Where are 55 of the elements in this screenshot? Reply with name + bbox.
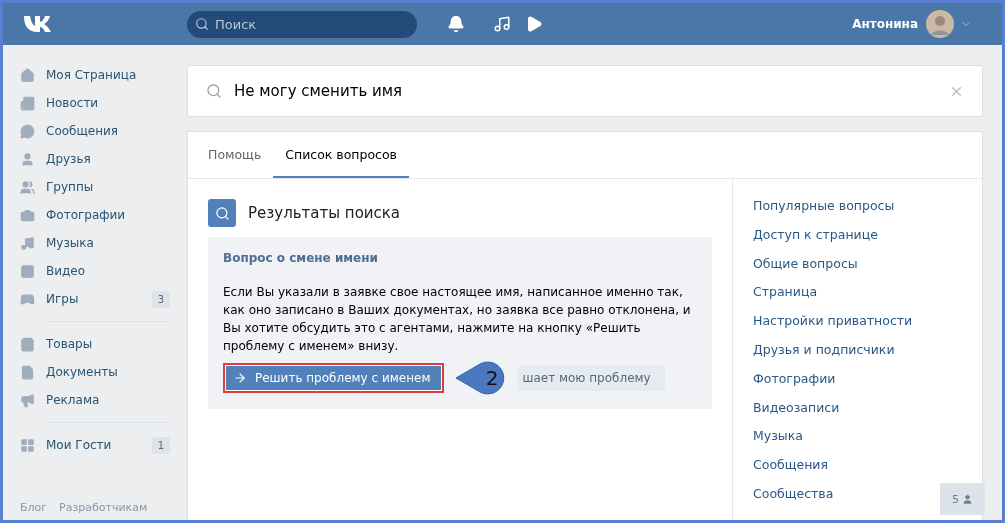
category-link[interactable]: Друзья и подписчики [753, 335, 895, 364]
search-icon [208, 199, 236, 227]
sidebar-item[interactable]: Моя Страница [20, 61, 170, 89]
sidebar-item[interactable]: Новости [20, 89, 170, 117]
bell-icon[interactable] [447, 15, 465, 33]
category-link[interactable]: Доступ к странице [753, 219, 878, 249]
music-icon [20, 235, 36, 251]
resolved-button[interactable]: шает мою проблему [518, 365, 665, 391]
category-link[interactable]: Музыка [753, 421, 803, 451]
avatar[interactable] [926, 10, 954, 38]
search-field[interactable]: Поиск [187, 10, 417, 38]
count-badge: 1 [151, 436, 170, 454]
query-field[interactable]: Не могу сменить имя [187, 65, 983, 117]
tab[interactable]: Помощь [196, 132, 274, 178]
tab[interactable]: Список вопросов [273, 132, 409, 178]
person-icon [962, 493, 973, 505]
category-link[interactable]: Общие вопросы [753, 248, 858, 278]
sidebar-item[interactable]: Видео [20, 257, 170, 285]
play-icon[interactable] [525, 15, 543, 33]
category-link[interactable]: Сообщества [753, 479, 834, 508]
category-link[interactable]: Сообщения [753, 450, 828, 480]
category-link[interactable]: Видеозаписи [753, 392, 840, 422]
sidebar-item[interactable]: Сообщения [20, 117, 170, 145]
sidebar-item[interactable]: Мои Гости 1 [20, 431, 170, 459]
gamepad-icon [20, 291, 36, 307]
search-icon [206, 83, 222, 99]
speech-bubble-icon [20, 123, 36, 139]
section-title: Результаты поиска [248, 204, 401, 222]
arrow-right-icon [233, 371, 247, 385]
solve-button[interactable]: Решить проблему с именем [223, 363, 445, 393]
answer-title: Вопрос о смене имени [223, 251, 379, 265]
sidebar-item[interactable]: Документы [20, 358, 170, 386]
grid-icon [20, 437, 36, 453]
category-link[interactable]: Страница [753, 277, 818, 307]
home-icon [20, 67, 36, 83]
sidebar-item[interactable]: Реклама [20, 386, 170, 414]
music-icon[interactable] [493, 15, 511, 33]
count-badge: 3 [151, 290, 170, 308]
sidebar-item[interactable]: Друзья [20, 145, 170, 173]
person-icon [20, 151, 36, 167]
answer-text: Если Вы указали в заявке свое настоящее имя, написанное именно так, как оно записано в Ваших документах, но заявка все равно отклонена, и Вы хотите обсудить это с агентами, нажмите на кнопку «Решить проблему с именем» внизу. [223, 284, 692, 355]
sidebar-item[interactable]: Группы [20, 173, 170, 201]
category-link[interactable]: Фотографии [753, 363, 836, 393]
sidebar-item[interactable]: Музыка [20, 229, 170, 257]
camera-icon [20, 207, 36, 223]
user-name[interactable]: Антонина [852, 17, 918, 31]
search-icon [195, 17, 209, 31]
document-icon [20, 364, 36, 380]
category-link[interactable]: Популярные вопросы [753, 191, 895, 220]
sidebar-item[interactable]: Фотографии [20, 201, 170, 229]
sidebar-item[interactable]: Игры 3 [20, 285, 170, 313]
megaphone-icon [20, 392, 36, 408]
category-link[interactable]: Настройки приватности [753, 306, 913, 336]
people-icon [20, 179, 36, 195]
sidebar-item[interactable]: Товары [20, 330, 170, 358]
